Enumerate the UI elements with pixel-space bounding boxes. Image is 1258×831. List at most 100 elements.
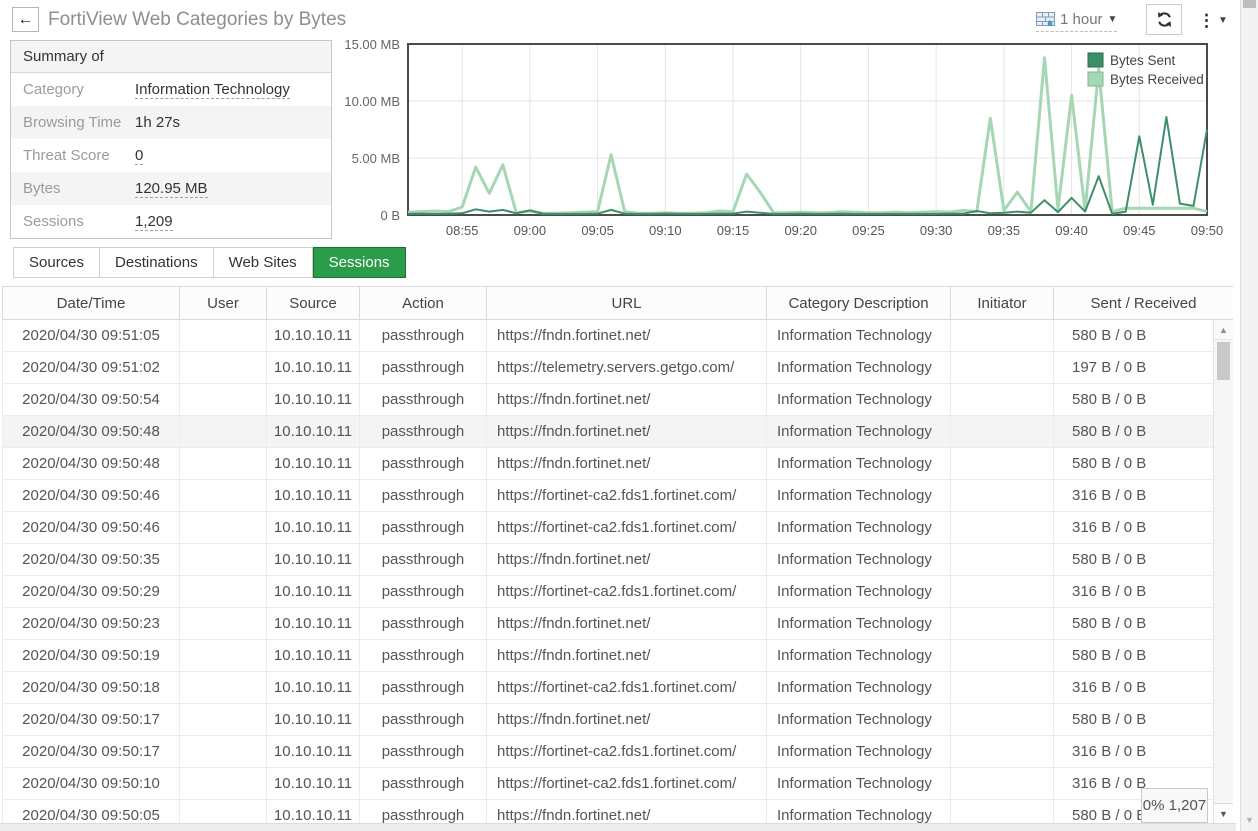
table-cell: 580 B / 0 B (1054, 544, 1234, 576)
x-axis-tick-label: 09:50 (1191, 223, 1224, 238)
scroll-up-icon[interactable]: ▲ (1214, 320, 1233, 340)
series-line-bytes-received (408, 58, 1207, 214)
table-cell: 316 B / 0 B (1054, 736, 1234, 768)
tab-web-sites[interactable]: Web Sites (214, 247, 313, 278)
table-cell: 10.10.10.11 (267, 576, 360, 608)
table-cell (951, 512, 1054, 544)
scroll-down-icon[interactable]: ▼ (1214, 803, 1233, 823)
table-cell: Information Technology (767, 640, 951, 672)
table-cell (951, 448, 1054, 480)
page-scrollbar-thumb[interactable] (1243, 0, 1256, 8)
table-cell: https://fndn.fortinet.net/ (487, 800, 767, 824)
table-cell: Information Technology (767, 320, 951, 352)
table-cell: https://fortinet-ca2.fds1.fortinet.com/ (487, 672, 767, 704)
table-row[interactable]: 2020/04/30 09:50:1710.10.10.11passthroug… (3, 736, 1234, 768)
table-cell: 2020/04/30 09:50:35 (3, 544, 180, 576)
table-cell: passthrough (360, 672, 487, 704)
summary-row-value[interactable]: 120.95 MB (135, 180, 208, 198)
table-row[interactable]: 2020/04/30 09:50:1910.10.10.11passthroug… (3, 640, 1234, 672)
x-axis-tick-label: 09:40 (1055, 223, 1088, 238)
table-cell: passthrough (360, 416, 487, 448)
table-cell (180, 448, 267, 480)
refresh-icon (1155, 10, 1174, 29)
table-cell: 316 B / 0 B (1054, 576, 1234, 608)
table-cell: 580 B / 0 B (1054, 704, 1234, 736)
table-row[interactable]: 2020/04/30 09:50:5410.10.10.11passthroug… (3, 384, 1234, 416)
table-cell: 10.10.10.11 (267, 416, 360, 448)
column-header-source[interactable]: Source (267, 287, 360, 320)
column-header-sent-received[interactable]: Sent / Received (1054, 287, 1234, 320)
table-cell: https://fortinet-ca2.fds1.fortinet.com/ (487, 736, 767, 768)
table-cell (180, 608, 267, 640)
table-cell: 10.10.10.11 (267, 736, 360, 768)
table-cell: 2020/04/30 09:51:05 (3, 320, 180, 352)
legend-item-bytes-received[interactable]: Bytes Received (1088, 72, 1204, 87)
column-header-category-description[interactable]: Category Description (767, 287, 951, 320)
back-button[interactable]: ← (12, 7, 39, 32)
table-cell: 10.10.10.11 (267, 768, 360, 800)
tab-sources[interactable]: Sources (13, 247, 100, 278)
table-row[interactable]: 2020/04/30 09:50:4810.10.10.11passthroug… (3, 448, 1234, 480)
table-cell: passthrough (360, 544, 487, 576)
table-row[interactable]: 2020/04/30 09:50:3510.10.10.11passthroug… (3, 544, 1234, 576)
table-cell: https://telemetry.servers.getgo.com/ (487, 352, 767, 384)
table-cell: passthrough (360, 448, 487, 480)
table-row[interactable]: 2020/04/30 09:51:0510.10.10.11passthroug… (3, 320, 1234, 352)
table-row[interactable]: 2020/04/30 09:50:1810.10.10.11passthroug… (3, 672, 1234, 704)
table-cell: 10.10.10.11 (267, 704, 360, 736)
tab-destinations[interactable]: Destinations (100, 247, 214, 278)
table-row[interactable]: 2020/04/30 09:50:4610.10.10.11passthroug… (3, 480, 1234, 512)
table-cell (951, 320, 1054, 352)
summary-row: CategoryInformation Technology (11, 73, 331, 106)
column-header-date-time[interactable]: Date/Time (3, 287, 180, 320)
table-row[interactable]: 2020/04/30 09:50:1010.10.10.11passthroug… (3, 768, 1234, 800)
column-header-action[interactable]: Action (360, 287, 487, 320)
table-cell: 10.10.10.11 (267, 608, 360, 640)
summary-row: Browsing Time1h 27s (11, 106, 331, 139)
table-cell: passthrough (360, 480, 487, 512)
more-options-button[interactable]: ⋮ ▼ (1194, 6, 1232, 34)
table-cell (951, 544, 1054, 576)
column-header-url[interactable]: URL (487, 287, 767, 320)
table-row[interactable]: 2020/04/30 09:50:0510.10.10.11passthroug… (3, 800, 1234, 824)
table-cell: Information Technology (767, 384, 951, 416)
traffic-chart: 0 B5.00 MB10.00 MB15.00 MB08:5509:0009:0… (336, 36, 1236, 246)
table-cell: 10.10.10.11 (267, 448, 360, 480)
table-cell: https://fortinet-ca2.fds1.fortinet.com/ (487, 480, 767, 512)
table-row[interactable]: 2020/04/30 09:50:1710.10.10.11passthroug… (3, 704, 1234, 736)
table-scrollbar[interactable]: ▲ ▼ (1213, 320, 1233, 823)
fortigate-log-icon (1036, 12, 1055, 26)
table-row[interactable]: 2020/04/30 09:50:2910.10.10.11passthroug… (3, 576, 1234, 608)
sessions-table-area: Date/TimeUserSourceActionURLCategory Des… (2, 286, 1233, 823)
table-cell (180, 320, 267, 352)
summary-row-value[interactable]: 0 (135, 147, 143, 165)
sessions-table: Date/TimeUserSourceActionURLCategory Des… (2, 286, 1233, 823)
summary-row-value[interactable]: 1,209 (135, 213, 173, 231)
x-axis-tick-label: 09:30 (920, 223, 953, 238)
table-row[interactable]: 2020/04/30 09:50:2310.10.10.11passthroug… (3, 608, 1234, 640)
table-row[interactable]: 2020/04/30 09:50:4810.10.10.11passthroug… (3, 416, 1234, 448)
page-scroll-down-icon[interactable]: ▼ (1241, 815, 1258, 825)
refresh-button[interactable] (1146, 4, 1182, 35)
time-range-dropdown[interactable]: 1 hour ▼ (1036, 10, 1117, 32)
table-cell: Information Technology (767, 768, 951, 800)
table-scrollbar-thumb[interactable] (1217, 342, 1230, 380)
summary-rows: CategoryInformation TechnologyBrowsing T… (11, 73, 331, 238)
summary-row-value[interactable]: Information Technology (135, 81, 290, 99)
table-cell: 2020/04/30 09:51:02 (3, 352, 180, 384)
legend-item-bytes-sent[interactable]: Bytes Sent (1088, 53, 1176, 68)
table-cell (951, 480, 1054, 512)
table-row[interactable]: 2020/04/30 09:50:4610.10.10.11passthroug… (3, 512, 1234, 544)
page-scrollbar[interactable]: ▼ (1240, 0, 1258, 831)
table-cell (180, 384, 267, 416)
chevron-down-icon: ▼ (1108, 14, 1118, 25)
column-header-initiator[interactable]: Initiator (951, 287, 1054, 320)
table-cell: 580 B / 0 B (1054, 448, 1234, 480)
table-row[interactable]: 2020/04/30 09:51:0210.10.10.11passthroug… (3, 352, 1234, 384)
tab-sessions[interactable]: Sessions (313, 247, 406, 278)
legend-swatch (1088, 53, 1103, 67)
table-cell: https://fndn.fortinet.net/ (487, 608, 767, 640)
summary-row-label: Sessions (11, 213, 135, 230)
column-header-user[interactable]: User (180, 287, 267, 320)
table-cell: 10.10.10.11 (267, 512, 360, 544)
